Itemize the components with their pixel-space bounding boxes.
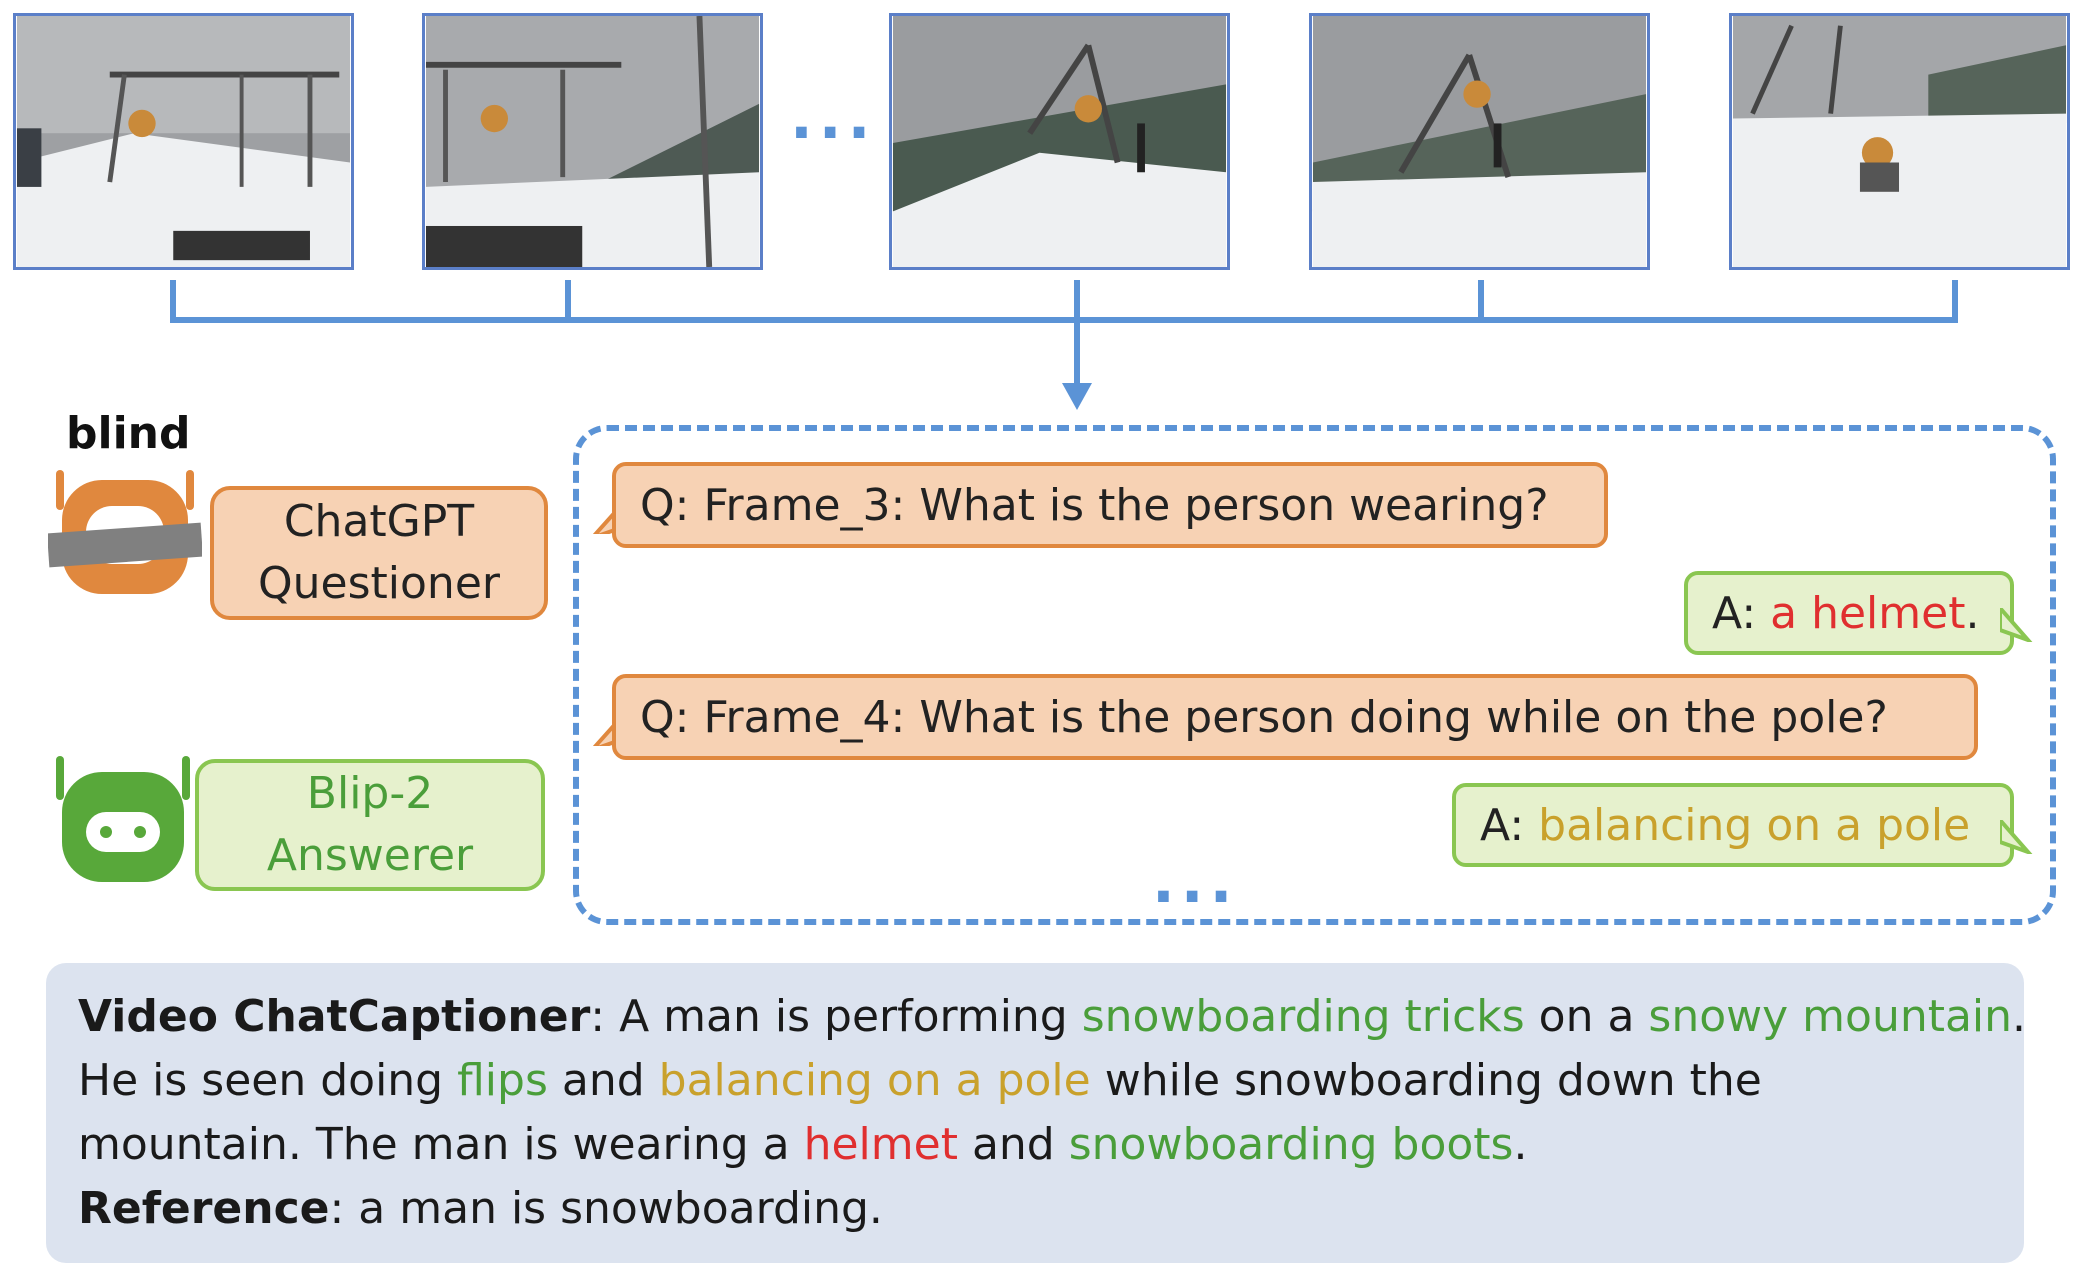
- caption-summary: Video ChatCaptioner: A man is performing…: [46, 963, 2026, 1263]
- blind-label: blind: [66, 408, 191, 459]
- summary-line-2: He is seen doing flips and balancing on …: [78, 1049, 1992, 1113]
- answer-bubble-tail: [2000, 820, 2033, 854]
- summary-line-3: mountain. The man is wearing a helmet an…: [78, 1113, 1992, 1177]
- reference-text: : a man is snowboarding.: [329, 1183, 883, 1234]
- blip2-answerer-box: Blip-2 Answerer: [195, 759, 545, 891]
- summary-text: : A man is performing: [590, 991, 1082, 1042]
- robot-icon: [56, 756, 190, 882]
- blindfolded-robot-icon: [48, 470, 202, 594]
- summary-text: on a: [1524, 991, 1649, 1042]
- answer-suffix: .: [1965, 587, 1980, 639]
- answer-highlight: a helmet: [1770, 587, 1966, 639]
- frames-connector: [170, 280, 1958, 410]
- answerer-role: Answerer: [266, 830, 474, 881]
- question-text: Q: Frame_4: What is the person doing whi…: [640, 691, 1888, 743]
- summary-highlight: flips: [457, 1055, 548, 1106]
- summary-text: .: [1513, 1119, 1528, 1170]
- reference-label: Reference: [78, 1183, 330, 1234]
- question-bubble-2: Q: Frame_4: What is the person doing whi…: [612, 674, 1978, 760]
- summary-highlight: snowboarding tricks: [1081, 991, 1525, 1042]
- arrow-down-icon: [1062, 383, 1092, 410]
- summary-text: mountain. The man is wearing a: [78, 1119, 804, 1170]
- questioner-role: Questioner: [258, 558, 500, 609]
- summary-highlight: balancing on a pole: [658, 1055, 1091, 1106]
- summary-line-4: Reference: a man is snowboarding.: [78, 1177, 1992, 1241]
- summary-text: He is seen doing: [78, 1055, 458, 1106]
- summary-text: .: [2012, 991, 2027, 1042]
- answer-bubble-tail: [2000, 608, 2033, 642]
- question-bubble-1: Q: Frame_3: What is the person wearing?: [612, 462, 1608, 548]
- summary-text: while snowboarding down the: [1090, 1055, 1762, 1106]
- questioner-name: ChatGPT: [283, 496, 475, 548]
- answer-bubble-1: A: a helmet.: [1684, 571, 2014, 655]
- answer-highlight: balancing on a pole: [1538, 799, 1971, 851]
- dialog-ellipsis: ...: [1152, 847, 1239, 917]
- answer-prefix: A:: [1712, 587, 1771, 639]
- summary-line-1: Video ChatCaptioner: A man is performing…: [78, 985, 2026, 1049]
- summary-highlight: snowy mountain: [1648, 991, 2013, 1042]
- summary-text: and: [547, 1055, 659, 1106]
- summary-highlight: snowboarding boots: [1068, 1119, 1514, 1170]
- caption-label: Video ChatCaptioner: [78, 991, 591, 1042]
- answer-prefix: A:: [1480, 799, 1539, 851]
- summary-highlight: helmet: [803, 1119, 958, 1170]
- chatgpt-questioner-box: ChatGPT Questioner: [210, 486, 548, 620]
- summary-text: and: [957, 1119, 1069, 1170]
- answerer-name: Blip-2: [306, 768, 434, 820]
- answer-bubble-2: A: balancing on a pole: [1452, 783, 2014, 867]
- question-text: Q: Frame_3: What is the person wearing?: [640, 479, 1549, 531]
